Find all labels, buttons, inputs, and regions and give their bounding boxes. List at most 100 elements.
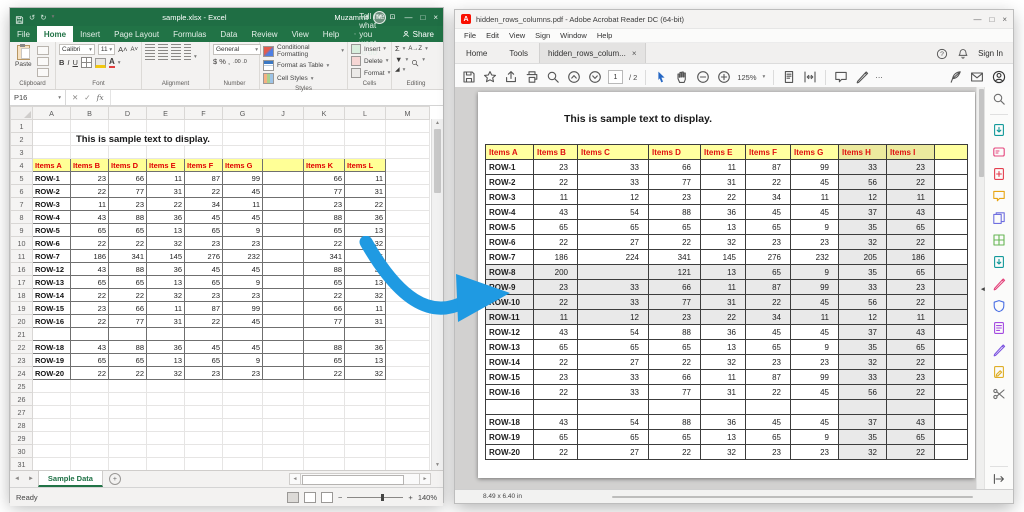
cell[interactable]: 66 <box>109 302 147 315</box>
format-as-table-button[interactable]: Format as Table▾ <box>263 60 344 71</box>
cell[interactable] <box>386 393 430 406</box>
close-tab-icon[interactable]: × <box>632 49 637 58</box>
maximize-button[interactable]: □ <box>989 15 994 24</box>
cell[interactable]: 65 <box>71 224 109 237</box>
cell[interactable]: 13 <box>345 354 386 367</box>
cell[interactable]: ROW-2 <box>33 185 71 198</box>
cell[interactable]: ROW-16 <box>33 315 71 328</box>
cell[interactable]: 11 <box>147 302 185 315</box>
page-up-icon[interactable] <box>567 70 581 84</box>
cell[interactable]: ROW-12 <box>33 263 71 276</box>
cell[interactable] <box>223 146 263 159</box>
cell[interactable] <box>386 432 430 445</box>
cell[interactable] <box>263 159 304 172</box>
cell[interactable]: 22 <box>109 289 147 302</box>
zoom-slider[interactable] <box>347 497 403 498</box>
cell[interactable] <box>33 419 71 432</box>
sheet-tab-sample-data[interactable]: Sample Data <box>38 471 103 487</box>
menu-file[interactable]: File <box>459 31 481 40</box>
edit-pdf-icon[interactable] <box>992 145 1006 159</box>
profile-icon[interactable] <box>992 70 1006 84</box>
cell[interactable]: Items K <box>304 159 345 172</box>
cell[interactable] <box>147 458 185 471</box>
cell[interactable]: 23 <box>185 367 223 380</box>
cell[interactable]: 22 <box>185 185 223 198</box>
align-top-icon[interactable] <box>145 44 155 51</box>
new-sheet-icon[interactable]: + <box>109 473 121 485</box>
cell[interactable]: 23 <box>185 237 223 250</box>
cell[interactable]: 22 <box>185 315 223 328</box>
excel-horizontal-scrollbar[interactable]: ◄ ► <box>289 474 431 484</box>
cell[interactable]: 65 <box>71 354 109 367</box>
cell[interactable]: 232 <box>223 250 263 263</box>
cell[interactable] <box>345 133 386 146</box>
cell[interactable] <box>71 120 109 133</box>
hand-icon[interactable] <box>675 70 689 84</box>
cell[interactable]: ROW-4 <box>33 211 71 224</box>
cell[interactable]: 88 <box>109 263 147 276</box>
cell[interactable]: 22 <box>304 367 345 380</box>
zoom-in-icon[interactable] <box>717 70 731 84</box>
name-box[interactable]: P16▾ <box>10 90 66 105</box>
cell[interactable] <box>345 146 386 159</box>
comment-icon[interactable] <box>834 70 848 84</box>
cell[interactable] <box>386 354 430 367</box>
row-header-25[interactable]: 25 <box>11 380 33 393</box>
minimize-button[interactable]: — <box>973 15 981 24</box>
cell[interactable]: 186 <box>71 250 109 263</box>
cell[interactable] <box>223 133 263 146</box>
cell[interactable] <box>263 406 304 419</box>
cell-styles-button[interactable]: Cell Styles▾ <box>263 73 344 84</box>
cell[interactable] <box>263 237 304 250</box>
currency-icon[interactable]: $ % , <box>213 57 230 66</box>
cell[interactable] <box>71 393 109 406</box>
wrap-text-icon[interactable] <box>184 44 191 51</box>
cell[interactable]: 45 <box>223 341 263 354</box>
cell[interactable] <box>386 367 430 380</box>
row-header-2[interactable]: 2 <box>11 133 33 146</box>
cell[interactable]: ROW-20 <box>33 367 71 380</box>
cell[interactable] <box>185 328 223 341</box>
cell[interactable]: 65 <box>185 276 223 289</box>
hscroll-thumb[interactable] <box>302 475 404 485</box>
cell[interactable] <box>263 276 304 289</box>
cell[interactable]: 13 <box>147 354 185 367</box>
cell[interactable] <box>263 393 304 406</box>
cell[interactable]: 45 <box>185 211 223 224</box>
italic-button[interactable]: I <box>67 58 69 67</box>
row-header-6[interactable]: 6 <box>11 185 33 198</box>
cell[interactable] <box>223 120 263 133</box>
cell[interactable]: 66 <box>304 172 345 185</box>
cell[interactable]: 9 <box>223 354 263 367</box>
cell[interactable]: 36 <box>345 341 386 354</box>
cell[interactable] <box>109 146 147 159</box>
cell[interactable]: 276 <box>185 250 223 263</box>
cell[interactable] <box>345 445 386 458</box>
share-icon[interactable] <box>504 70 518 84</box>
cell[interactable]: 65 <box>109 224 147 237</box>
column-header-G[interactable]: G <box>223 107 263 120</box>
cell[interactable]: 13 <box>147 224 185 237</box>
pdf-horizontal-scrollbar[interactable] <box>612 496 973 498</box>
borders-icon[interactable] <box>81 57 92 68</box>
cell[interactable]: 99 <box>223 172 263 185</box>
cut-icon[interactable] <box>37 46 49 55</box>
row-header-1[interactable]: 1 <box>11 120 33 133</box>
font-color-icon[interactable]: A <box>109 58 115 68</box>
cell[interactable]: 65 <box>109 276 147 289</box>
cell[interactable]: 9 <box>223 276 263 289</box>
cell[interactable]: 88 <box>109 211 147 224</box>
row-header-17[interactable]: 17 <box>11 276 33 289</box>
cell[interactable]: 77 <box>109 185 147 198</box>
cell[interactable] <box>33 146 71 159</box>
cell[interactable] <box>263 380 304 393</box>
ribbon-tab-page-layout[interactable]: Page Layout <box>107 26 166 42</box>
cell[interactable] <box>33 120 71 133</box>
cell[interactable] <box>223 445 263 458</box>
page-layout-view-icon[interactable] <box>304 492 316 503</box>
column-header-M[interactable]: M <box>386 107 430 120</box>
cell[interactable] <box>223 432 263 445</box>
cell[interactable] <box>33 328 71 341</box>
zoom-level[interactable]: 140% <box>418 493 437 502</box>
align-right-icon[interactable] <box>171 53 181 60</box>
